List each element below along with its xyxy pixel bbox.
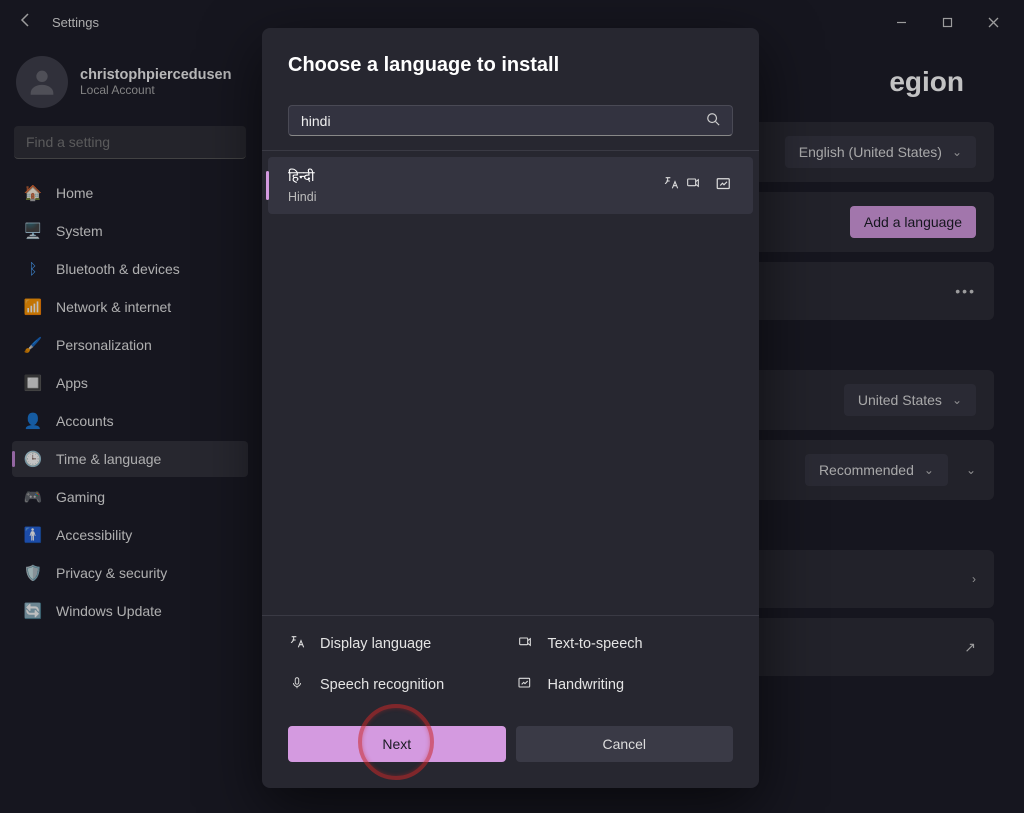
cancel-button[interactable]: Cancel [516, 726, 734, 762]
handwriting-icon [715, 175, 733, 196]
next-button[interactable]: Next [288, 726, 506, 762]
display-language-icon [663, 175, 679, 196]
language-native-name: हिन्दी [288, 167, 317, 186]
feature-text-to-speech: Text-to-speech [516, 634, 734, 653]
feature-display-language: Display language [288, 634, 506, 653]
text-to-speech-icon [685, 175, 701, 196]
modal-title: Choose a language to install [288, 54, 733, 77]
language-result-hindi[interactable]: हिन्दी Hindi [268, 157, 753, 214]
text-to-speech-icon [516, 634, 534, 653]
language-feature-icons [663, 175, 733, 196]
feature-legend: Display language Text-to-speech Speech r… [262, 615, 759, 712]
language-search[interactable] [288, 105, 733, 136]
feature-handwriting: Handwriting [516, 675, 734, 694]
handwriting-icon [516, 675, 534, 694]
microphone-icon [288, 675, 306, 694]
search-icon [706, 112, 720, 129]
feature-label: Text-to-speech [548, 636, 643, 652]
display-language-icon [288, 634, 306, 653]
feature-label: Display language [320, 636, 431, 652]
feature-label: Speech recognition [320, 677, 444, 693]
language-results-list: हिन्दी Hindi [262, 150, 759, 615]
language-search-input[interactable] [301, 113, 706, 129]
feature-speech-recognition: Speech recognition [288, 675, 506, 694]
add-language-modal: Choose a language to install हिन्दी Hind… [262, 28, 759, 788]
feature-label: Handwriting [548, 677, 625, 693]
language-english-name: Hindi [288, 190, 317, 204]
